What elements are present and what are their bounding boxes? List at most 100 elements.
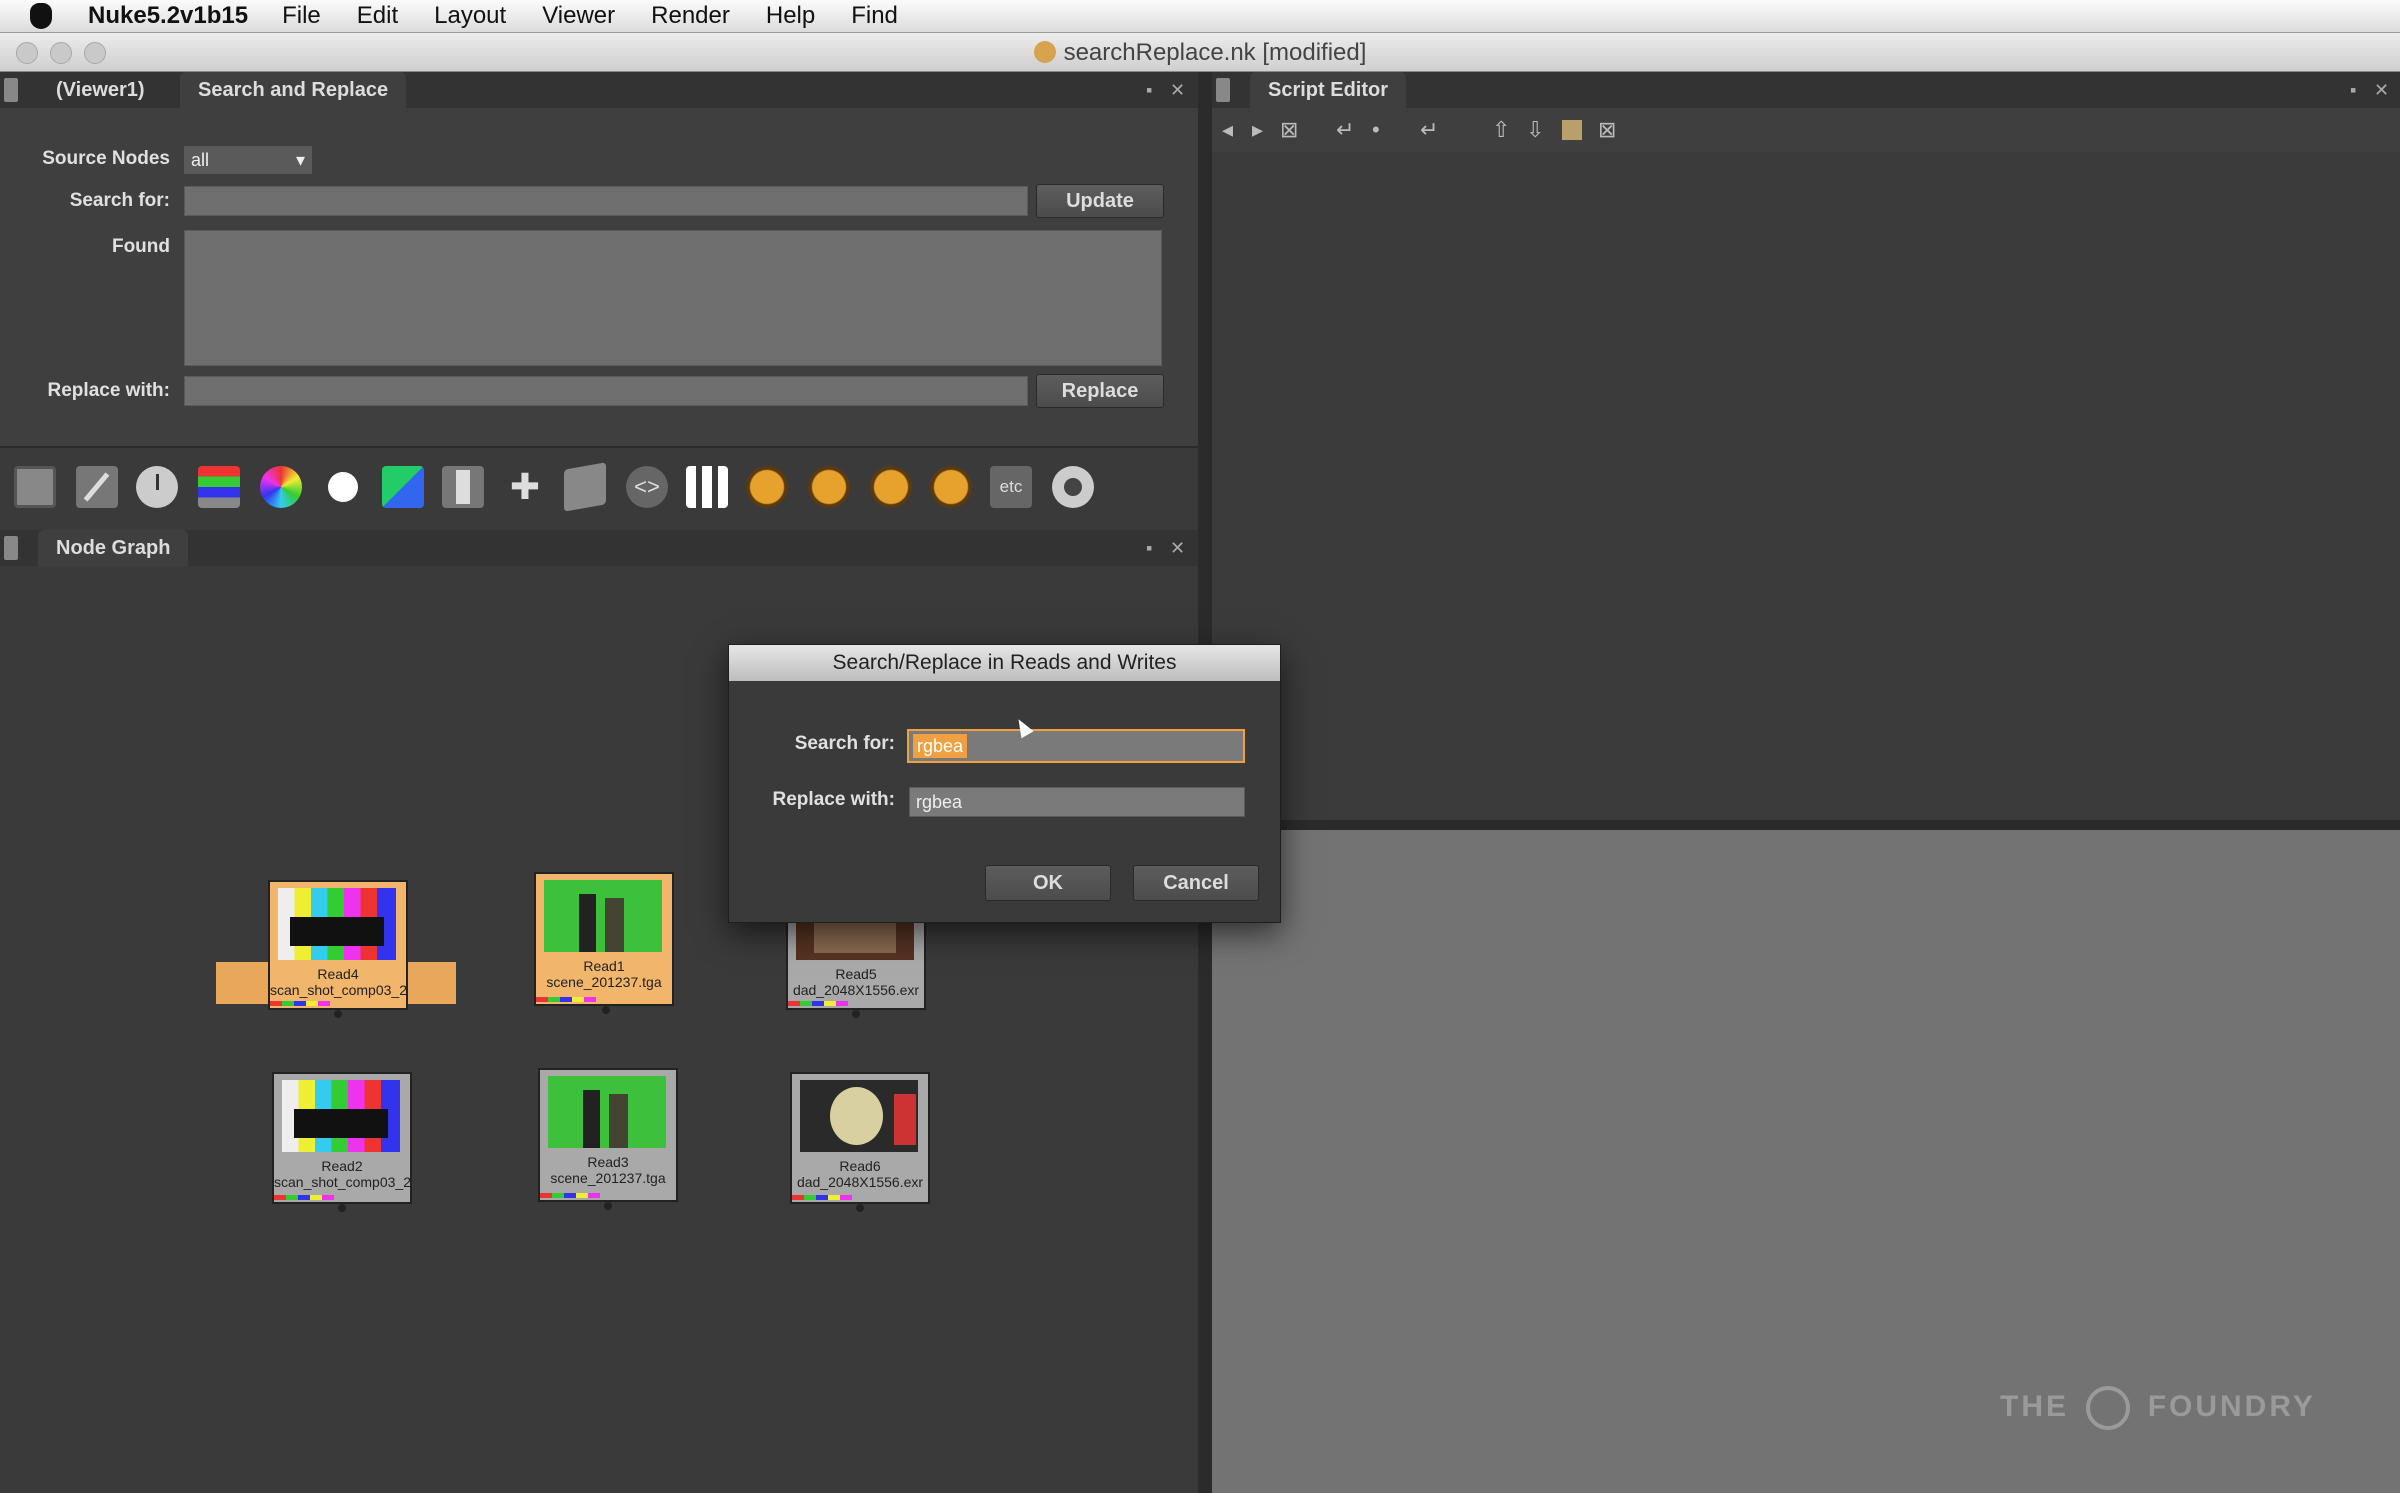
search-and-replace-panel: Source Nodes all ▾ Search for: Update Fo…	[0, 108, 1198, 448]
script-editor-toolbar: ◂ ▸ ⊠ ↵ • ↵ ⇧ ⇩ ⊠	[1212, 108, 2400, 152]
dialog-replace-with-input[interactable]: rgbea	[909, 787, 1245, 817]
dialog-title: Search/Replace in Reads and Writes	[729, 645, 1280, 681]
keyer-icon[interactable]	[382, 466, 424, 508]
chevron-down-icon: ▾	[295, 150, 305, 170]
node-output-pip[interactable]	[602, 1006, 610, 1014]
color-icon[interactable]	[260, 466, 302, 508]
channel-bar	[536, 997, 596, 1002]
apple-icon[interactable]	[30, 3, 52, 29]
replace-with-label: Replace with:	[47, 380, 170, 401]
node-name: Read4	[317, 966, 359, 982]
transform-icon[interactable]: ✚	[504, 466, 546, 508]
ok-button[interactable]: OK	[985, 865, 1111, 901]
panel-grip-icon[interactable]	[4, 78, 18, 102]
menu-viewer[interactable]: Viewer	[542, 2, 615, 30]
metadata-icon[interactable]	[686, 466, 728, 508]
channel-bar	[274, 1195, 334, 1200]
script-output-area[interactable]	[1212, 152, 2400, 820]
float-panel-icon[interactable]: ▪	[1146, 538, 1152, 559]
source-script-icon[interactable]: ↵	[1336, 108, 1354, 152]
image-icon[interactable]	[14, 466, 56, 508]
node-output-pip[interactable]	[852, 1010, 860, 1018]
node-output-pip[interactable]	[338, 1204, 346, 1212]
node-output-pip[interactable]	[856, 1204, 864, 1212]
source-nodes-select[interactable]: all ▾	[184, 146, 312, 174]
menu-find[interactable]: Find	[851, 2, 898, 30]
read-node[interactable]: Read1 scene_201237.tga	[534, 872, 674, 1006]
merge-icon[interactable]	[442, 466, 484, 508]
channel-bar	[792, 1195, 852, 1200]
run-script-icon[interactable]: ↵	[1420, 108, 1438, 152]
tab-node-graph[interactable]: Node Graph	[38, 530, 189, 566]
menu-edit[interactable]: Edit	[357, 2, 398, 30]
node-name: Read3	[587, 1154, 629, 1170]
node-name: Read1	[583, 958, 625, 974]
read-node[interactable]: Read2scan_shot_comp03_201217.tga	[272, 1072, 412, 1204]
output-icon[interactable]	[1562, 120, 1582, 140]
channel-bar	[540, 1193, 600, 1198]
read-node[interactable]: Read6 dad_2048X1556.exr	[790, 1072, 930, 1204]
channel-bar	[788, 1001, 848, 1006]
source-nodes-label: Source Nodes	[42, 148, 170, 169]
furnace-icon-2[interactable]	[808, 466, 850, 508]
filter-icon[interactable]	[322, 466, 364, 508]
node-thumbnail	[548, 1076, 666, 1148]
close-panel-icon[interactable]: ✕	[2374, 80, 2389, 101]
node-file: dad_2048X1556.exr	[792, 982, 920, 998]
node-output-pip[interactable]	[334, 1010, 342, 1018]
previous-script-icon[interactable]: ◂	[1222, 108, 1233, 152]
close-panel-icon[interactable]: ✕	[1170, 80, 1185, 101]
furnace-icon-4[interactable]	[930, 466, 972, 508]
node-file: scene_201237.tga	[550, 1170, 666, 1186]
plugins-icon[interactable]	[1052, 466, 1094, 508]
time-icon[interactable]	[136, 466, 178, 508]
float-panel-icon[interactable]: ▪	[2350, 80, 2356, 101]
search-for-input[interactable]	[184, 186, 1028, 216]
panel-grip-icon[interactable]	[4, 536, 18, 560]
read-node[interactable]: Read4scan_shot_comp03_201217.tga	[268, 880, 408, 1010]
replace-button[interactable]: Replace	[1036, 374, 1164, 408]
other-icon[interactable]: etc	[990, 466, 1032, 508]
next-script-icon[interactable]: ▸	[1252, 108, 1263, 152]
furnace-icon-3[interactable]	[870, 466, 912, 508]
cancel-button[interactable]: Cancel	[1133, 865, 1259, 901]
menu-layout[interactable]: Layout	[434, 2, 506, 30]
save-script-icon[interactable]: ⇧	[1492, 108, 1510, 152]
read-node[interactable]: Read3 scene_201237.tga	[538, 1068, 678, 1202]
furnace-icon-1[interactable]	[746, 466, 788, 508]
node-file: scan_shot_comp03_201217.tga	[270, 982, 406, 998]
menu-file[interactable]: File	[282, 2, 321, 30]
tab-search-and-replace[interactable]: Search and Replace	[180, 72, 407, 108]
channel-bar	[270, 1001, 330, 1006]
3d-icon[interactable]	[564, 462, 606, 512]
tab-viewer1[interactable]: (Viewer1)	[38, 72, 163, 108]
foundry-logo-icon	[2086, 1386, 2131, 1431]
node-file: scan_shot_comp03_201217.tga	[274, 1174, 410, 1190]
replace-with-input[interactable]	[184, 376, 1028, 406]
dialog-search-for-input[interactable]: rgbea	[907, 729, 1245, 763]
clear-history-icon[interactable]: ⊠	[1280, 108, 1298, 152]
document-icon	[1033, 41, 1056, 63]
load-script-icon[interactable]: •	[1372, 108, 1380, 152]
run-icon[interactable]: ⇩	[1526, 108, 1544, 152]
panel-grip-icon[interactable]	[1216, 78, 1230, 102]
channel-icon[interactable]	[198, 466, 240, 508]
node-thumbnail	[800, 1080, 918, 1152]
found-label: Found	[111, 236, 170, 257]
draw-icon[interactable]	[76, 466, 118, 508]
found-list[interactable]	[184, 230, 1162, 366]
float-panel-icon[interactable]: ▪	[1146, 80, 1152, 101]
window-title-bar: searchReplace.nk [modified]	[0, 33, 2400, 72]
views-icon[interactable]: <>	[626, 466, 668, 508]
close-panel-icon[interactable]: ✕	[1170, 538, 1185, 559]
update-button[interactable]: Update	[1036, 184, 1164, 218]
node-output-pip[interactable]	[604, 1202, 612, 1210]
menu-render[interactable]: Render	[651, 2, 730, 30]
menu-help[interactable]: Help	[766, 2, 815, 30]
tab-script-editor[interactable]: Script Editor	[1250, 72, 1407, 108]
node-name: Read5	[835, 966, 877, 982]
app-name-menu[interactable]: Nuke5.2v1b15	[88, 2, 248, 30]
script-splitter[interactable]	[1212, 820, 2400, 830]
clear-output-icon[interactable]: ⊠	[1598, 108, 1616, 152]
node-thumbnail	[544, 880, 662, 952]
